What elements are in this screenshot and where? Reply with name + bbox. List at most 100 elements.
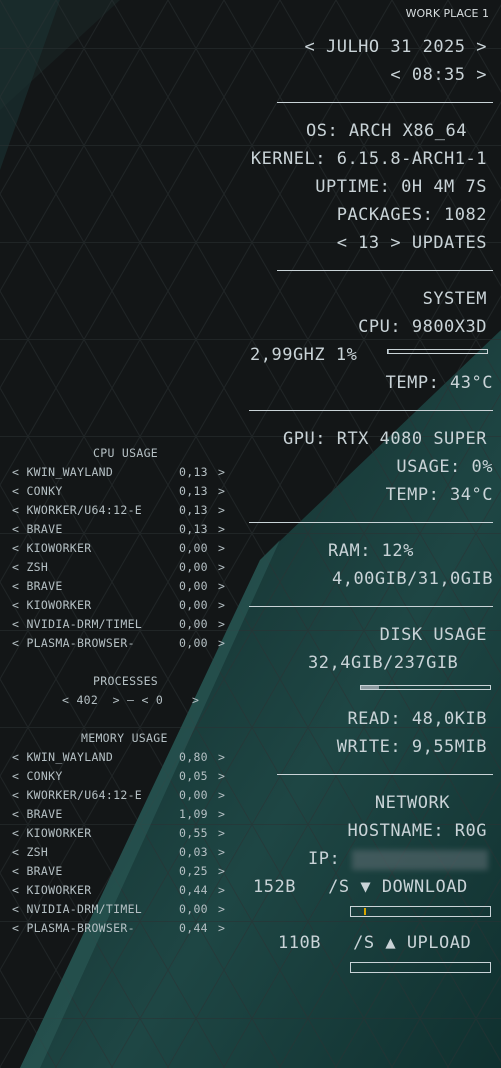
process-end: > [218, 465, 226, 479]
divider [249, 410, 493, 411]
cpu-temperature: TEMP: 43°C [385, 373, 493, 393]
process-name: < ZSH [12, 560, 49, 574]
process-end: > [218, 845, 226, 859]
process-name: < KIOWORKER [12, 598, 92, 612]
os-info: OS: ARCH X86_64 [305, 121, 467, 141]
process-name: < KWIN_WAYLAND [12, 750, 114, 764]
disk-usage-title: DISK USAGE [379, 625, 487, 645]
process-end: > [218, 769, 226, 783]
kernel-info: KERNEL: 6.15.8-ARCH1-1 [250, 149, 487, 169]
process-name: < KIOWORKER [12, 883, 92, 897]
process-name: < KWORKER/U64:12-E [12, 788, 143, 802]
process-name: < NVIDIA-DRM/TIMEL [12, 617, 143, 631]
process-name: < KIOWORKER [12, 826, 92, 840]
upload-rate: 110B /S ▲ UPLOAD [278, 933, 472, 953]
disk-amount: 32,4GIB/237GIB [308, 653, 459, 673]
process-name: < BRAVE [12, 864, 63, 878]
process-value: 0,00 [179, 788, 208, 802]
process-value: 0,00 [179, 598, 208, 612]
upload-graph [350, 962, 491, 973]
process-name: < PLASMA-BROWSER- [12, 636, 135, 650]
process-name: < ZSH [12, 845, 49, 859]
process-name: < KIOWORKER [12, 541, 92, 555]
process-value: 0,55 [179, 826, 208, 840]
uptime-info: UPTIME: 0H 4M 7S [315, 177, 487, 197]
divider [249, 522, 493, 523]
process-name: < BRAVE [12, 807, 63, 821]
disk-usage-bar-fill [361, 686, 379, 689]
process-end: > [218, 636, 226, 650]
download-graph-tick [364, 908, 366, 915]
process-end: > [218, 598, 226, 612]
process-name: < BRAVE [12, 579, 63, 593]
process-name: < BRAVE [12, 522, 63, 536]
hostname: HOSTNAME: R0G [347, 821, 487, 841]
process-name: < CONKY [12, 769, 63, 783]
download-rate: 152B /S ▼ DOWNLOAD [253, 877, 468, 897]
process-end: > [218, 807, 226, 821]
divider [249, 606, 493, 607]
cpu-usage-title: CPU USAGE [93, 446, 159, 460]
process-value: 0,05 [179, 769, 208, 783]
process-value: 0,00 [179, 541, 208, 555]
gpu-temperature: TEMP: 34°C [385, 485, 493, 505]
process-end: > [218, 560, 226, 574]
ram-amount: 4,00GIB/31,0GIB [331, 569, 493, 589]
process-value: 1,09 [179, 807, 208, 821]
disk-usage-bar [360, 685, 491, 690]
process-end: > [218, 864, 226, 878]
system-title: SYSTEM [422, 289, 487, 309]
process-value: 0,13 [179, 465, 208, 479]
process-name: < KWORKER/U64:12-E [12, 503, 143, 517]
process-end: > [218, 522, 226, 536]
updates-info: < 13 > UPDATES [336, 233, 487, 253]
process-value: 0,80 [179, 750, 208, 764]
process-end: > [218, 788, 226, 802]
cpu-usage-bar [387, 349, 488, 354]
workspace-label: WORK PLACE 1 [405, 7, 489, 20]
process-name: < CONKY [12, 484, 63, 498]
cpu-usage-bar-fill [388, 350, 389, 353]
process-value: 0,00 [179, 560, 208, 574]
process-end: > [218, 902, 226, 916]
process-value: 0,03 [179, 845, 208, 859]
divider [277, 270, 493, 271]
process-name: < NVIDIA-DRM/TIMEL [12, 902, 143, 916]
processes-title: PROCESSES [93, 674, 159, 688]
time-display: < 08:35 > [390, 65, 487, 85]
process-value: 0,00 [179, 579, 208, 593]
packages-info: PACKAGES: 1082 [336, 205, 487, 225]
disk-write-rate: WRITE: 9,55MIB [336, 737, 487, 757]
process-end: > [218, 826, 226, 840]
memory-usage-title: MEMORY USAGE [81, 731, 168, 745]
network-title: NETWORK [374, 793, 450, 813]
disk-read-rate: READ: 48,0KIB [347, 709, 487, 729]
process-name: < PLASMA-BROWSER- [12, 921, 135, 935]
ip-address-redacted [352, 850, 488, 870]
process-end: > [218, 883, 226, 897]
cpu-model: CPU: 9800X3D [358, 317, 487, 337]
process-name: < KWIN_WAYLAND [12, 465, 114, 479]
process-value: 0,44 [179, 883, 208, 897]
process-end: > [218, 484, 226, 498]
divider [277, 102, 493, 103]
process-end: > [218, 503, 226, 517]
divider [277, 774, 493, 775]
gpu-usage: USAGE: 0% [396, 457, 493, 477]
processes-count: < 402 > — < 0 > [62, 693, 200, 707]
process-value: 0,13 [179, 522, 208, 536]
process-end: > [218, 617, 226, 631]
process-value: 0,13 [179, 503, 208, 517]
ram-usage: RAM: 12% [328, 541, 414, 561]
process-value: 0,44 [179, 921, 208, 935]
cpu-frequency-usage: 2,99GHZ 1% [250, 345, 358, 365]
process-value: 0,25 [179, 864, 208, 878]
process-value: 0,00 [179, 617, 208, 631]
process-end: > [218, 750, 226, 764]
date-display: < JULHO 31 2025 > [304, 37, 487, 57]
download-graph [350, 906, 491, 917]
process-value: 0,00 [179, 902, 208, 916]
ip-label: IP: [308, 849, 341, 869]
process-value: 0,00 [179, 636, 208, 650]
process-value: 0,13 [179, 484, 208, 498]
